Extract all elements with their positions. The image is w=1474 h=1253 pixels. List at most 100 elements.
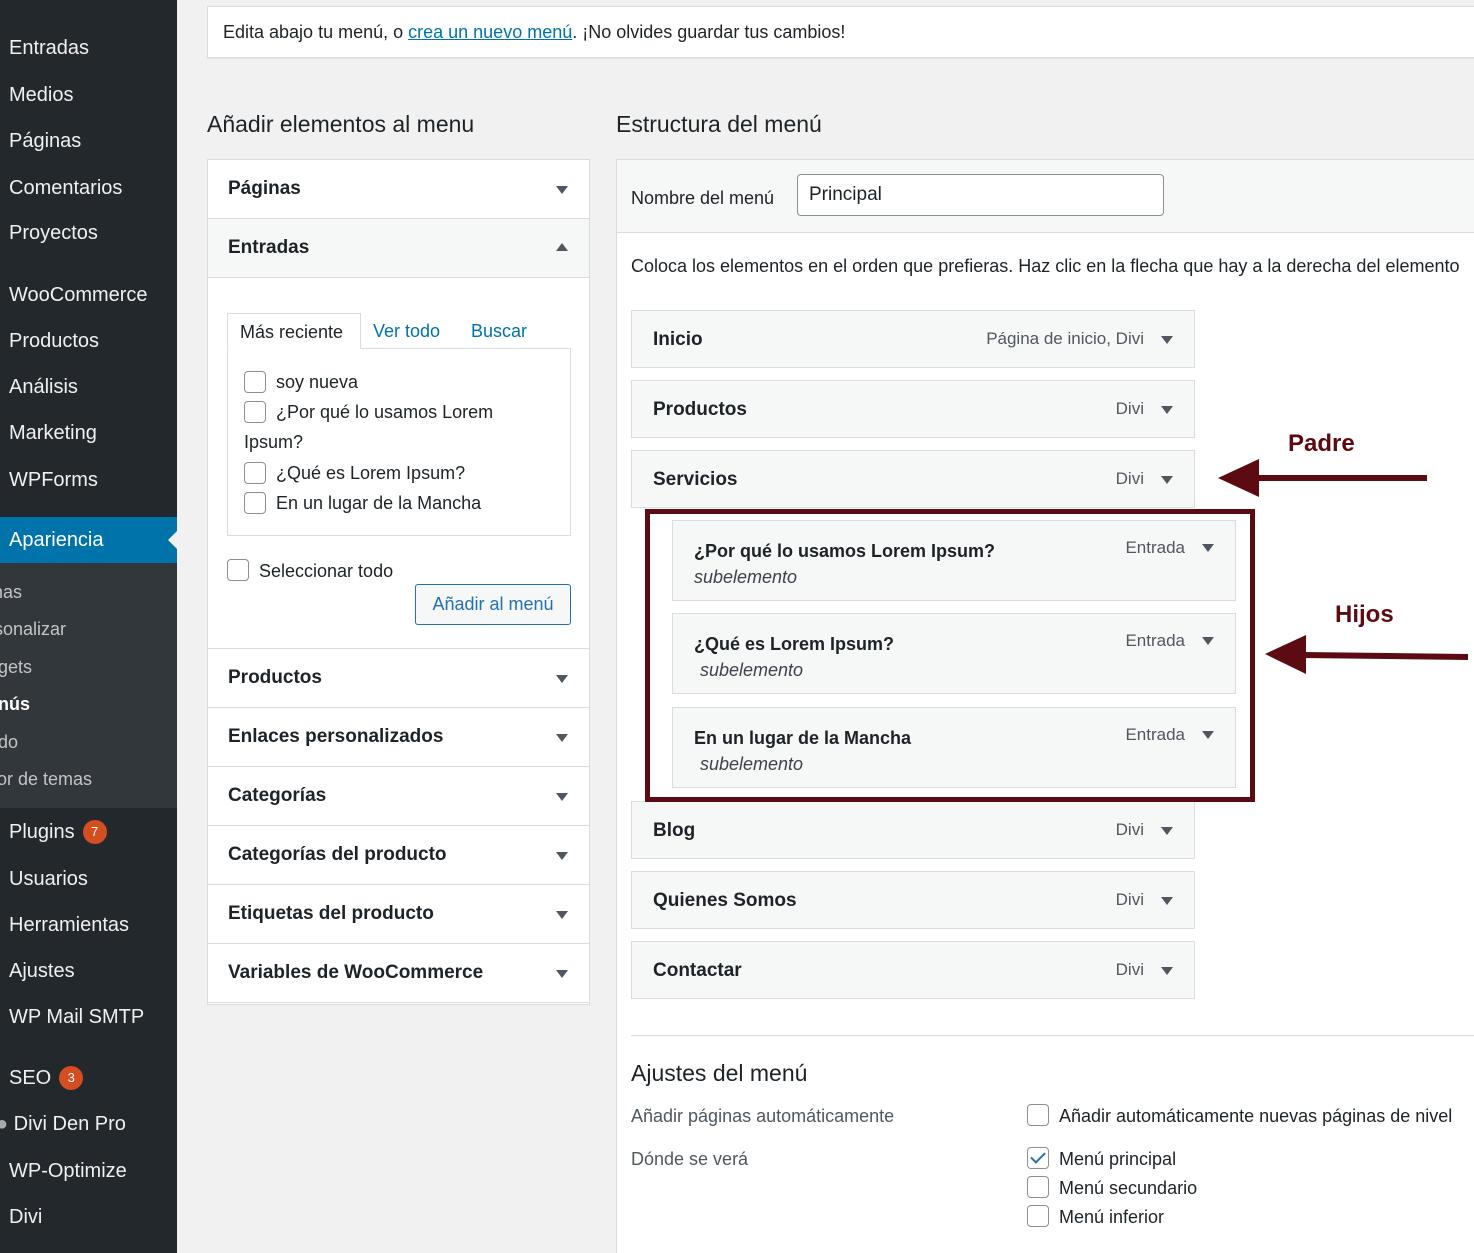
post-label: soy nueva: [276, 372, 359, 392]
accordion-title: Categorías: [228, 785, 327, 806]
submenu-personalizar[interactable]: rsonalizar: [0, 618, 66, 640]
tab-buscar[interactable]: Buscar: [471, 321, 527, 342]
submenu-editor-temas[interactable]: itor de temas: [0, 768, 92, 790]
parent-arrow-icon: [1218, 459, 1427, 497]
menu-item-contactar[interactable]: Contactar Divi: [631, 941, 1195, 999]
menu-item-title: Inicio: [653, 329, 703, 350]
menu-item-type: Divi: [1115, 820, 1144, 839]
menu-item-inicio[interactable]: Inicio Página de inicio, Divi: [631, 310, 1195, 368]
auto-add-pages-label: Añadir páginas automáticamente: [631, 1106, 895, 1126]
menu-item-productos[interactable]: Productos Divi: [631, 380, 1195, 438]
sidebar-item-apariencia[interactable]: Apariencia: [0, 517, 177, 563]
notice-text-after: . ¡No olvides guardar tus cambios!: [572, 22, 846, 42]
post-checkbox[interactable]: [244, 492, 266, 514]
sidebar-item-wp-optimize[interactable]: WP-Optimize: [9, 1159, 127, 1183]
accordion-paginas[interactable]: Páginas: [208, 160, 589, 219]
sidebar-item-wp-mail-smtp[interactable]: WP Mail SMTP: [9, 1005, 144, 1029]
menu-item-type: Divi: [1115, 960, 1144, 979]
sidebar-item-marketing[interactable]: Marketing: [9, 421, 97, 445]
sidebar-item-herramientas[interactable]: Herramientas: [9, 913, 129, 937]
accordion-entradas[interactable]: Entradas: [208, 219, 589, 278]
notice-text: Edita abajo tu menú, o crea un nuevo men…: [223, 22, 845, 43]
sidebar-item-proyectos[interactable]: Proyectos: [9, 221, 98, 245]
chevron-down-icon[interactable]: [1161, 967, 1173, 975]
sidebar-item-seo[interactable]: SEO 3: [9, 1066, 84, 1090]
sidebar-item-label: Plugins: [9, 821, 75, 843]
sidebar-item-productos[interactable]: Productos: [9, 329, 99, 353]
accordion-variables-woocommerce[interactable]: Variables de WooCommerce: [208, 944, 589, 1003]
menu-structure-heading: Estructura del menú: [616, 111, 822, 137]
accordion-enlaces-personalizados[interactable]: Enlaces personalizados: [208, 708, 589, 767]
menu-item-title: Quienes Somos: [653, 890, 797, 911]
accordion-productos[interactable]: Productos: [208, 649, 589, 708]
active-notch: [168, 531, 177, 549]
create-new-menu-link[interactable]: crea un nuevo menú: [408, 22, 572, 42]
location-secondary-checkbox[interactable]: [1027, 1176, 1049, 1198]
accordion-title: Variables de WooCommerce: [228, 962, 484, 983]
post-checkbox[interactable]: [244, 371, 266, 393]
sidebar-item-ajustes[interactable]: Ajustes: [9, 959, 75, 983]
sidebar-item-usuarios[interactable]: Usuarios: [9, 867, 88, 891]
menu-item-quienes-somos[interactable]: Quienes Somos Divi: [631, 871, 1195, 929]
add-items-heading: Añadir elementos al menu: [207, 111, 475, 137]
add-to-menu-button[interactable]: Añadir al menú: [415, 584, 571, 625]
menu-item-type: Página de inicio, Divi: [986, 329, 1144, 348]
settings-divider: [631, 1035, 1474, 1036]
sidebar-item-medios[interactable]: Medios: [9, 83, 73, 107]
notice-text-before: Edita abajo tu menú, o: [223, 22, 409, 42]
chevron-down-icon[interactable]: [1161, 406, 1173, 414]
post-checkbox[interactable]: [244, 462, 266, 484]
chevron-down-icon: [556, 734, 568, 742]
post-label: ¿Qué es Lorem Ipsum?: [276, 463, 466, 483]
tab-mas-reciente[interactable]: Más reciente: [227, 313, 361, 349]
sidebar-item-divi-den-pro[interactable]: ● Divi Den Pro: [0, 1112, 126, 1136]
accordion-title: Productos: [228, 667, 322, 688]
sidebar-active-label: Apariencia: [9, 529, 104, 551]
accordion-title: Etiquetas del producto: [228, 903, 434, 924]
chevron-down-icon: [556, 970, 568, 978]
post-checkbox[interactable]: [244, 401, 266, 423]
menu-item-blog[interactable]: Blog Divi: [631, 801, 1195, 859]
tab-ver-todo[interactable]: Ver todo: [373, 321, 440, 342]
chevron-down-icon: [556, 793, 568, 801]
accordion-categorias[interactable]: Categorías: [208, 767, 589, 826]
sidebar-item-wpforms[interactable]: WPForms: [9, 468, 98, 492]
location-primary-checkbox[interactable]: [1027, 1147, 1049, 1169]
chevron-up-icon: [556, 243, 568, 251]
menu-item-title: Productos: [653, 399, 747, 420]
accordion-etiquetas-producto[interactable]: Etiquetas del producto: [208, 885, 589, 944]
submenu-widgets[interactable]: dgets: [0, 656, 32, 678]
sidebar-item-divi[interactable]: Divi: [9, 1205, 42, 1229]
menu-item-type: Divi: [1115, 469, 1144, 488]
location-footer-checkbox[interactable]: [1027, 1205, 1049, 1227]
accordion-categorias-producto[interactable]: Categorías del producto: [208, 826, 589, 885]
chevron-down-icon[interactable]: [1161, 336, 1173, 344]
sidebar-item-paginas[interactable]: Páginas: [9, 129, 81, 153]
submenu-temas[interactable]: mas: [0, 581, 22, 603]
sidebar-item-analisis[interactable]: Análisis: [9, 375, 78, 399]
submenu-menus[interactable]: enús: [0, 693, 30, 715]
children-arrow-icon: [1265, 635, 1469, 674]
select-all-checkbox[interactable]: [227, 559, 249, 581]
submenu-fondo[interactable]: ndo: [0, 731, 18, 753]
auto-add-pages-checkbox[interactable]: [1027, 1104, 1049, 1126]
sidebar-item-comentarios[interactable]: Comentarios: [9, 176, 122, 200]
chevron-down-icon: [556, 186, 568, 194]
chevron-down-icon[interactable]: [1161, 827, 1173, 835]
add-items-accordion: Páginas Entradas soy nueva ¿Por qué lo u…: [207, 159, 590, 1005]
chevron-down-icon: [556, 675, 568, 683]
notification-badge: 3: [59, 1066, 84, 1090]
menu-item-servicios[interactable]: Servicios Divi: [631, 450, 1195, 508]
chevron-down-icon[interactable]: [1161, 476, 1173, 484]
location-primary-label: Menú principal: [1059, 1149, 1177, 1169]
menu-name-input[interactable]: Principal: [797, 174, 1164, 216]
menu-item-type: Divi: [1115, 890, 1144, 909]
sidebar-item-plugins[interactable]: Plugins 7: [9, 820, 107, 844]
menu-item-title: Blog: [653, 820, 696, 841]
annotation-children-label: Hijos: [1335, 601, 1394, 628]
chevron-down-icon[interactable]: [1161, 897, 1173, 905]
sidebar-item-woocommerce[interactable]: WooCommerce: [9, 283, 148, 307]
sidebar-item-entradas[interactable]: Entradas: [9, 36, 89, 60]
chevron-down-icon: [556, 852, 568, 860]
select-all-label: Seleccionar todo: [259, 561, 394, 581]
